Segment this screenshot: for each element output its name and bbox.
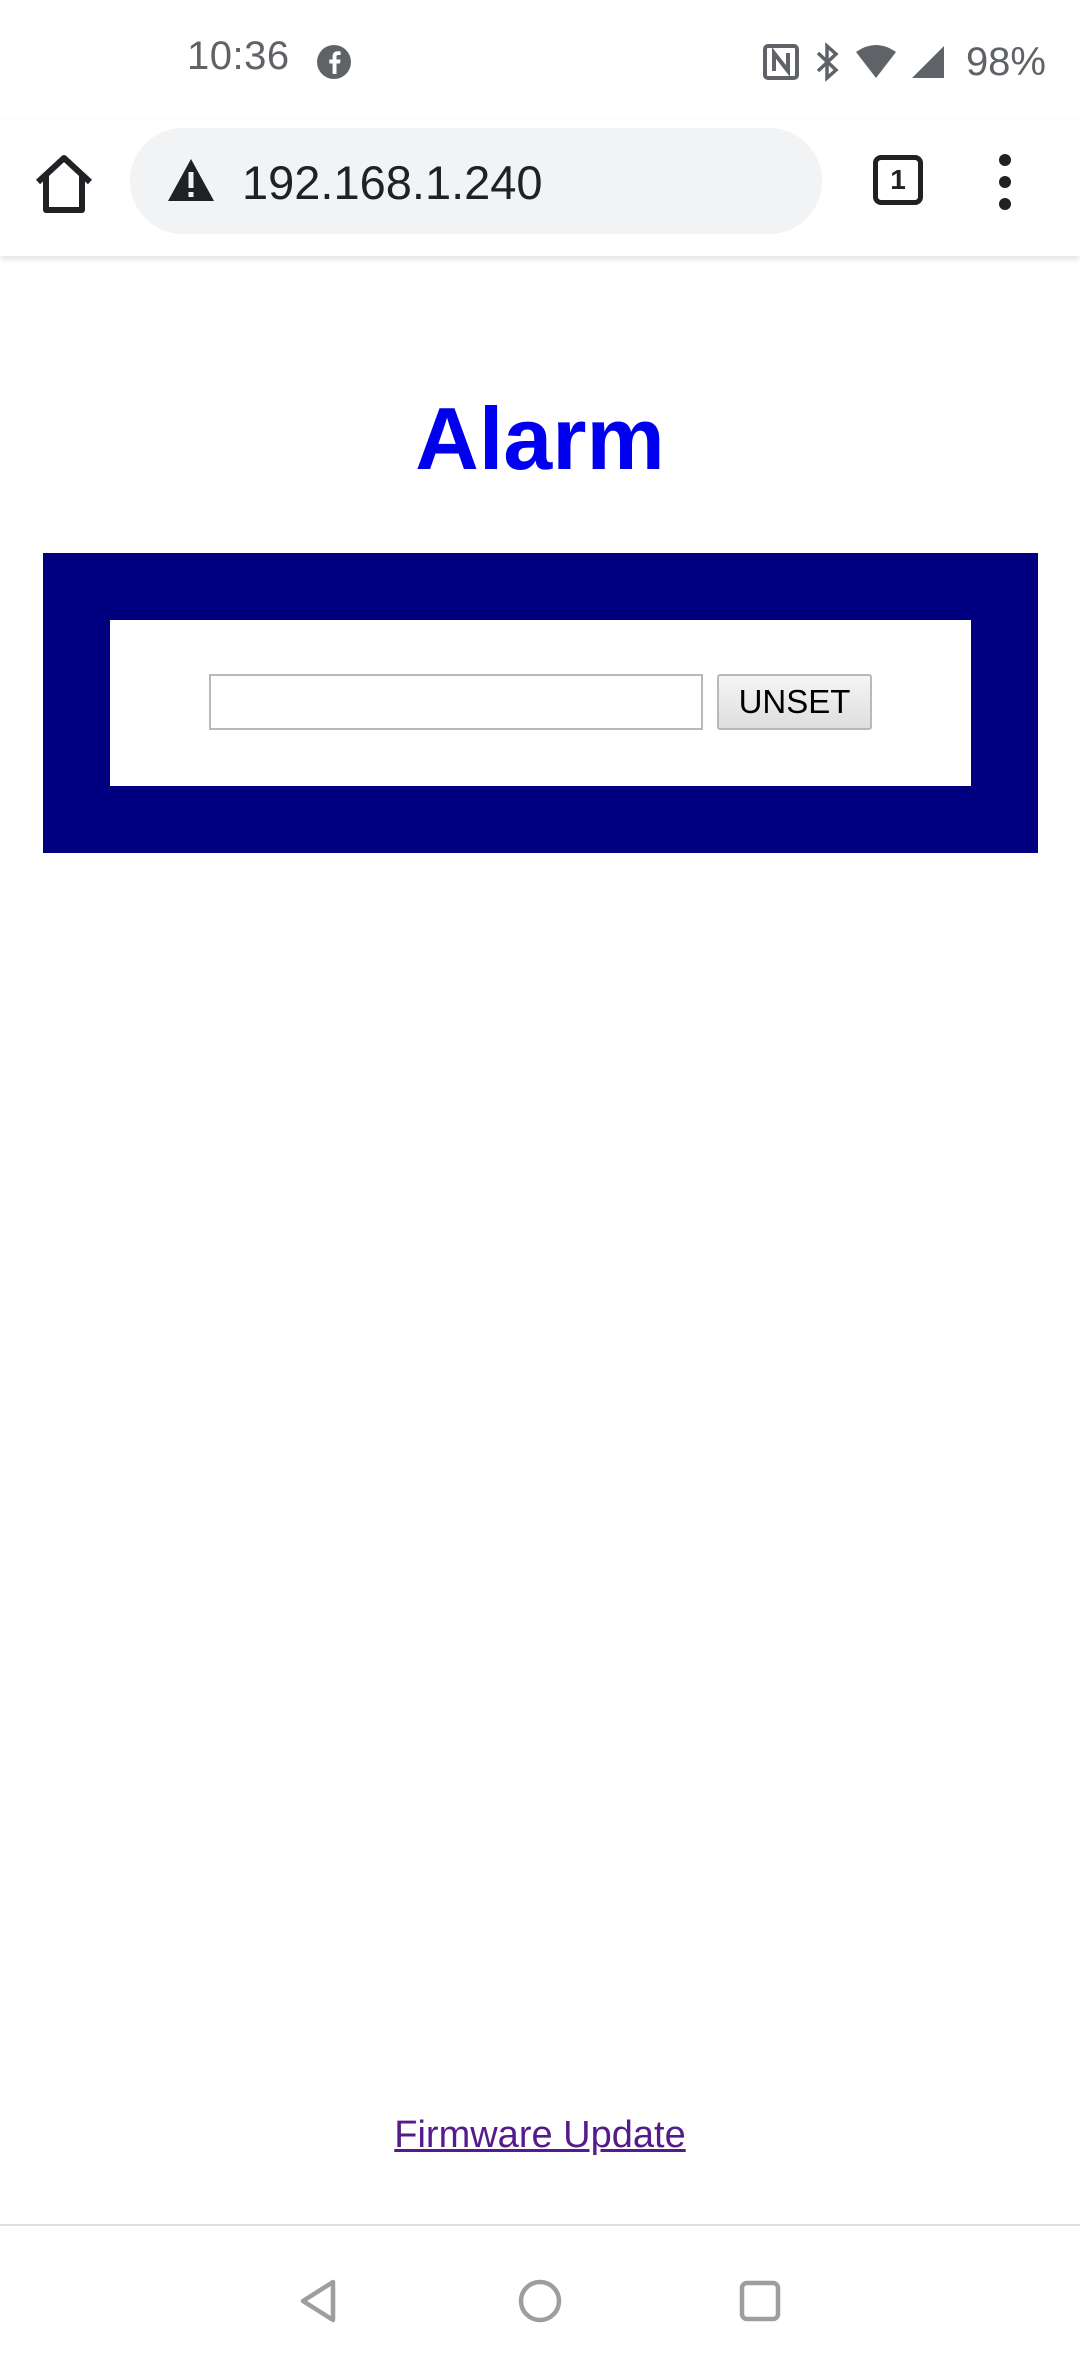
tab-count: 1 <box>873 155 923 205</box>
bluetooth-icon <box>816 42 839 82</box>
url-text[interactable]: 192.168.1.240 <box>242 155 543 210</box>
alarm-code-input[interactable] <box>209 674 703 730</box>
address-bar[interactable]: 192.168.1.240 <box>130 128 822 234</box>
status-icons: 98% <box>762 34 1046 90</box>
alarm-form: UNSET <box>110 620 971 786</box>
browser-toolbar: 192.168.1.240 1 <box>0 120 1080 256</box>
recents-icon[interactable] <box>735 2276 785 2326</box>
firmware-update-link[interactable]: Firmware Update <box>394 2114 685 2156</box>
home-icon[interactable] <box>515 2276 565 2326</box>
nfc-icon <box>762 44 799 80</box>
status-bar: 10:36 98% <box>0 0 1080 120</box>
page-title: Alarm <box>415 389 665 488</box>
battery-level: 98% <box>965 39 1046 84</box>
menu-dot <box>999 154 1011 166</box>
status-time: 10:36 <box>187 34 290 78</box>
navigation-bar <box>0 2224 1080 2378</box>
tab-switcher-button[interactable]: 1 <box>868 150 928 210</box>
menu-dot <box>999 176 1011 188</box>
signal-icon <box>911 46 944 78</box>
unset-button[interactable]: UNSET <box>717 674 872 730</box>
back-icon[interactable] <box>295 2276 345 2326</box>
alarm-panel: UNSET <box>43 553 1038 853</box>
wifi-icon <box>855 45 896 78</box>
overflow-menu-icon[interactable] <box>980 150 1030 214</box>
firmware-update-container: Firmware Update <box>0 2114 1080 2157</box>
menu-dot <box>999 198 1011 210</box>
facebook-icon <box>317 45 351 79</box>
home-icon[interactable] <box>30 150 98 218</box>
warning-triangle-icon[interactable] <box>166 157 216 203</box>
